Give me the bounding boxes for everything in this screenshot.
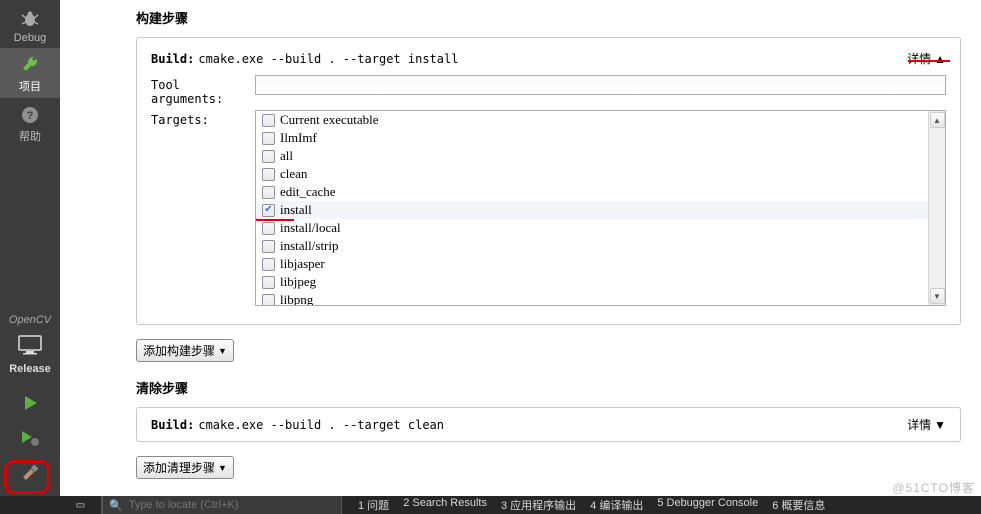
scroll-up-button[interactable]: ▲ <box>930 112 945 128</box>
build-steps-heading: 构建步骤 <box>136 8 961 27</box>
sidebar: Debug 项目 ? 帮助 OpenCV Release <box>0 0 60 498</box>
chevron-up-icon: ▲ <box>934 52 946 66</box>
target-checkbox[interactable] <box>262 186 275 199</box>
target-checkbox[interactable] <box>262 240 275 253</box>
play-bug-icon <box>19 428 41 448</box>
tool-args-label: Tool arguments: <box>151 75 255 106</box>
target-row[interactable]: libjasper <box>256 255 928 273</box>
clean-step-panel: Build: cmake.exe --build . --target clea… <box>136 407 961 442</box>
target-row[interactable]: install/local <box>256 219 928 237</box>
panel-close-icon: ▭ <box>76 500 85 511</box>
target-row[interactable]: libpng <box>256 291 928 305</box>
target-label: libjpeg <box>280 274 316 290</box>
details-toggle[interactable]: 详情 ▼ <box>907 416 946 433</box>
sidebar-help[interactable]: ? 帮助 <box>0 98 60 148</box>
monitor-icon <box>16 334 44 356</box>
target-label: edit_cache <box>280 184 336 200</box>
tool-args-input[interactable] <box>255 75 946 95</box>
main-content: 构建步骤 Build: cmake.exe --build . --target… <box>60 0 981 498</box>
sidebar-label: 帮助 <box>19 128 41 144</box>
play-icon <box>20 393 40 413</box>
close-sidebar-button[interactable]: ▭ <box>60 496 102 514</box>
details-label: 详情 <box>907 416 931 433</box>
build-command: cmake.exe --build . --target install <box>198 52 458 66</box>
sidebar-kit-label[interactable]: OpenCV <box>9 310 51 330</box>
scrollbar[interactable]: ▲ ▼ <box>928 111 945 305</box>
output-tab[interactable]: 5 Debugger Console <box>657 497 758 513</box>
locator-input[interactable] <box>129 499 335 511</box>
target-checkbox[interactable] <box>262 258 275 271</box>
wrench-icon <box>20 54 40 76</box>
run-button[interactable] <box>20 387 40 422</box>
target-label: install/strip <box>280 238 339 254</box>
add-build-step-button[interactable]: 添加构建步骤 ▼ <box>136 339 234 362</box>
chevron-down-icon: ▼ <box>218 346 227 356</box>
sidebar-config-label[interactable]: Release <box>9 363 51 375</box>
add-step-label: 添加构建步骤 <box>143 342 215 359</box>
build-label: Build: <box>151 418 194 432</box>
sidebar-label: Debug <box>14 32 46 44</box>
help-icon: ? <box>20 104 40 126</box>
target-row[interactable]: edit_cache <box>256 183 928 201</box>
svg-text:?: ? <box>27 110 34 122</box>
target-label: IlmImf <box>280 130 317 146</box>
search-icon: 🔍 <box>109 499 123 512</box>
target-row[interactable]: IlmImf <box>256 129 928 147</box>
build-button[interactable] <box>19 457 41 492</box>
target-checkbox[interactable] <box>262 222 275 235</box>
target-checkbox[interactable] <box>262 294 275 306</box>
target-row[interactable]: Current executable <box>256 111 928 129</box>
clean-steps-heading: 清除步骤 <box>136 378 961 397</box>
target-row[interactable]: libjpeg <box>256 273 928 291</box>
build-label: Build: <box>151 52 194 66</box>
scroll-down-button[interactable]: ▼ <box>930 288 945 304</box>
output-tab[interactable]: 2 Search Results <box>403 497 487 513</box>
target-row[interactable]: install <box>256 201 928 219</box>
hammer-icon <box>19 463 41 483</box>
watermark: @51CTO博客 <box>892 479 975 496</box>
target-label: clean <box>280 166 307 182</box>
build-step-panel: Build: cmake.exe --build . --target inst… <box>136 37 961 325</box>
output-tab[interactable]: 3 应用程序输出 <box>501 497 576 513</box>
add-clean-step-button[interactable]: 添加清理步骤 ▼ <box>136 456 234 479</box>
target-checkbox[interactable] <box>262 114 275 127</box>
status-bar: ▭ 🔍 1 问题 2 Search Results 3 应用程序输出 4 编译输出 5 … <box>0 496 981 514</box>
target-label: install/local <box>280 220 341 236</box>
sidebar-project[interactable]: 项目 <box>0 48 60 98</box>
debug-run-button[interactable] <box>19 422 41 457</box>
sidebar-target-selector[interactable] <box>16 330 44 363</box>
target-label: Current executable <box>280 112 379 128</box>
sidebar-label: 项目 <box>19 78 41 94</box>
locator-search[interactable]: 🔍 <box>102 496 342 514</box>
chevron-down-icon: ▼ <box>934 418 946 432</box>
output-tab[interactable]: 4 编译输出 <box>590 497 643 513</box>
targets-listbox: Current executable IlmImf all clean edit_cac… <box>255 110 946 306</box>
target-checkbox[interactable] <box>262 168 275 181</box>
details-label: 详情 <box>907 50 931 67</box>
target-checkbox[interactable] <box>262 132 275 145</box>
target-label: libpng <box>280 292 313 305</box>
output-tab[interactable]: 6 概要信息 <box>772 497 825 513</box>
targets-label: Targets: <box>151 110 255 127</box>
chevron-down-icon: ▼ <box>218 463 227 473</box>
target-row[interactable]: all <box>256 147 928 165</box>
details-toggle[interactable]: 详情 ▲ <box>907 50 946 67</box>
target-label: libjasper <box>280 256 325 272</box>
target-row[interactable]: install/strip <box>256 237 928 255</box>
output-tab[interactable]: 1 问题 <box>358 497 389 513</box>
clean-command: cmake.exe --build . --target clean <box>198 418 444 432</box>
add-step-label: 添加清理步骤 <box>143 459 215 476</box>
target-row[interactable]: clean <box>256 165 928 183</box>
annotation-underline <box>908 60 950 62</box>
target-label: all <box>280 148 293 164</box>
target-checkbox[interactable] <box>262 276 275 289</box>
bug-icon <box>20 8 40 30</box>
target-checkbox[interactable] <box>262 150 275 163</box>
sidebar-debug[interactable]: Debug <box>0 2 60 48</box>
